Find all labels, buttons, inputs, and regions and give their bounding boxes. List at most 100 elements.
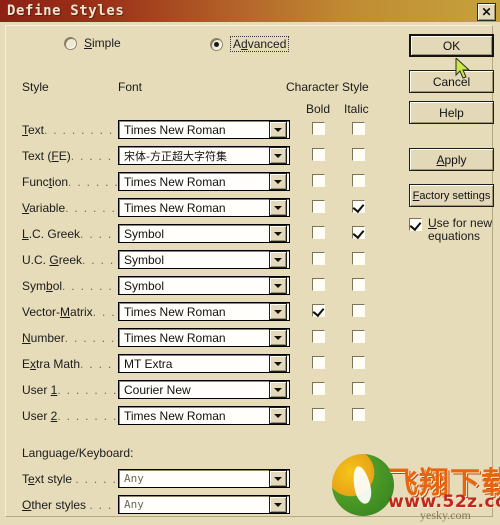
font-combo[interactable]: Times New Roman (118, 302, 290, 321)
bold-checkbox[interactable] (312, 148, 325, 161)
font-combo-value: Times New Roman (124, 122, 226, 137)
bold-checkbox[interactable] (312, 382, 325, 395)
style-row-label: User 2. . . . . . . . (22, 409, 118, 423)
italic-checkbox[interactable] (352, 304, 365, 317)
font-combo-value: Times New Roman (124, 408, 226, 423)
bold-checkbox[interactable] (312, 278, 325, 291)
use-for-new-equations-label: Use for new equations (428, 216, 493, 243)
chevron-down-icon[interactable] (269, 303, 287, 320)
bold-checkbox[interactable] (312, 356, 325, 369)
italic-checkbox[interactable] (352, 278, 365, 291)
font-combo-value: Times New Roman (124, 330, 226, 345)
font-combo[interactable]: Times New Roman (118, 172, 290, 191)
bold-checkbox[interactable] (312, 304, 325, 317)
radio-simple-label: Simple (84, 36, 121, 50)
chevron-down-icon[interactable] (269, 277, 287, 294)
mode-radio-group: Simple Advanced (0, 36, 380, 54)
italic-checkbox[interactable] (352, 330, 365, 343)
chevron-down-icon[interactable] (269, 381, 287, 398)
chevron-down-icon[interactable] (269, 329, 287, 346)
header-font: Font (118, 80, 143, 94)
other-styles-combo[interactable]: Any (118, 495, 290, 514)
chevron-down-icon[interactable] (269, 121, 287, 138)
chevron-down-icon[interactable] (269, 496, 287, 513)
style-row-label: Function. . . . . . . (22, 175, 118, 189)
header-italic: Italic (344, 102, 369, 116)
text-style-combo-value: Any (124, 472, 144, 485)
font-combo[interactable]: Times New Roman (118, 406, 290, 425)
mouse-cursor-icon (455, 58, 471, 79)
style-row-dots: . . . . (92, 305, 118, 319)
style-row-dots: . . . . . . . . . (44, 123, 118, 137)
chevron-down-icon[interactable] (269, 147, 287, 164)
font-combo[interactable]: Symbol (118, 250, 290, 269)
radio-simple[interactable]: Simple (64, 36, 121, 50)
font-combo[interactable]: Times New Roman (118, 120, 290, 139)
font-combo-value: Symbol (124, 226, 165, 241)
italic-checkbox[interactable] (352, 226, 365, 239)
italic-checkbox[interactable] (352, 200, 365, 213)
cancel-button[interactable]: Cancel (409, 70, 494, 93)
style-row-label: Symbol. . . . . . . (22, 279, 118, 293)
font-combo[interactable]: MT Extra (118, 354, 290, 373)
font-combo-value: Symbol (124, 278, 165, 293)
style-row-dots: . . . . . . . . (57, 409, 118, 423)
radio-advanced[interactable]: Advanced (210, 36, 290, 52)
factory-settings-button[interactable]: Factory settings (409, 184, 494, 207)
style-row-label: Variable. . . . . . (22, 201, 117, 215)
bold-checkbox[interactable] (312, 174, 325, 187)
text-style-combo[interactable]: Any (118, 469, 290, 488)
close-icon[interactable]: ✕ (477, 3, 496, 21)
bold-checkbox[interactable] (312, 122, 325, 135)
font-combo[interactable]: Times New Roman (118, 198, 290, 217)
style-row-dots: . . . . . (80, 357, 118, 371)
radio-simple-dot (64, 36, 77, 50)
italic-checkbox[interactable] (352, 174, 365, 187)
italic-checkbox[interactable] (352, 408, 365, 421)
bold-checkbox[interactable] (312, 252, 325, 265)
header-character-style: Character Style (286, 80, 369, 94)
chevron-down-icon[interactable] (269, 173, 287, 190)
style-row-label: Text. . . . . . . . . (22, 123, 118, 137)
style-row-label: Extra Math. . . . . (22, 357, 118, 371)
bold-checkbox[interactable] (312, 408, 325, 421)
font-combo[interactable]: 宋体-方正超大字符集 (118, 146, 290, 165)
apply-button[interactable]: Apply (409, 148, 494, 171)
window-title: Define Styles (7, 3, 125, 19)
ok-button[interactable]: OK (409, 34, 494, 57)
style-row-label: Number. . . . . . . . (22, 331, 118, 345)
style-row-dots: . . . . . . . (68, 175, 118, 189)
chevron-down-icon[interactable] (269, 355, 287, 372)
title-bar[interactable]: Define Styles ✕ (0, 0, 500, 22)
header-bold: Bold (306, 102, 331, 116)
bold-checkbox[interactable] (312, 226, 325, 239)
style-row-dots: . . . . . . . (62, 279, 118, 293)
italic-checkbox[interactable] (352, 356, 365, 369)
chevron-down-icon[interactable] (269, 407, 287, 424)
font-combo[interactable]: Symbol (118, 224, 290, 243)
font-combo[interactable]: Symbol (118, 276, 290, 295)
watermark-sub: yesky.com (420, 508, 471, 522)
font-combo-value: 宋体-方正超大字符集 (124, 149, 227, 163)
font-combo-value: MT Extra (124, 356, 173, 371)
bold-checkbox[interactable] (312, 330, 325, 343)
chevron-down-icon[interactable] (269, 199, 287, 216)
italic-checkbox[interactable] (352, 382, 365, 395)
row-text-style-label: Text style . . . . . . (22, 472, 118, 486)
style-row-label: L.C. Greek. . . . . (22, 227, 118, 241)
chevron-down-icon[interactable] (269, 251, 287, 268)
font-combo[interactable]: Times New Roman (118, 328, 290, 347)
chevron-down-icon[interactable] (269, 470, 287, 487)
italic-checkbox[interactable] (352, 148, 365, 161)
radio-advanced-label: Advanced (230, 36, 290, 52)
use-for-new-equations-checkbox[interactable]: Use for new equations (409, 217, 499, 243)
italic-checkbox[interactable] (352, 252, 365, 265)
italic-checkbox[interactable] (352, 122, 365, 135)
font-combo-value: Times New Roman (124, 304, 226, 319)
font-combo-value: Times New Roman (124, 200, 226, 215)
bold-checkbox[interactable] (312, 200, 325, 213)
row-other-styles-label: Other styles . . . . . (22, 498, 118, 512)
font-combo[interactable]: Courier New (118, 380, 290, 399)
chevron-down-icon[interactable] (269, 225, 287, 242)
help-button[interactable]: Help (409, 101, 494, 124)
